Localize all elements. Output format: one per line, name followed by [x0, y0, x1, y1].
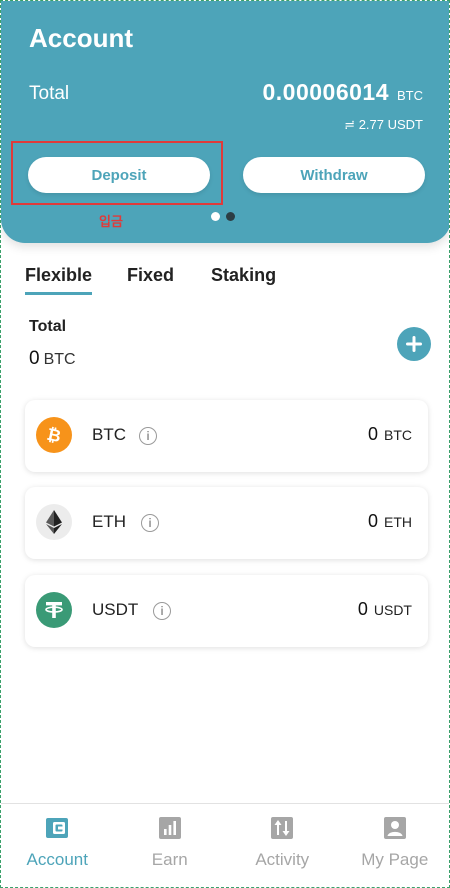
- total-amount: 0.00006014: [262, 79, 389, 105]
- deposit-button[interactable]: Deposit: [28, 157, 210, 193]
- tab-flexible[interactable]: Flexible: [25, 265, 93, 295]
- wallet-icon: [46, 818, 69, 838]
- asset-balance-amount: 0: [367, 511, 378, 531]
- asset-name: USDT: [92, 600, 139, 619]
- nav-item-activity[interactable]: Activity: [226, 804, 339, 887]
- nav-label: My Page: [361, 850, 429, 869]
- nav-label: Activity: [255, 850, 310, 869]
- asset-name: ETH: [92, 512, 126, 531]
- page-title: Account: [29, 23, 133, 53]
- nav-item-account[interactable]: Account: [1, 804, 114, 887]
- deposit-annotation: 입금: [99, 214, 123, 229]
- asset-name: BTC: [92, 425, 126, 444]
- asset-balance: 0 USDT: [358, 599, 412, 620]
- tether-icon: [36, 592, 72, 628]
- account-header: Account Total 0.00006014 BTC ≓ 2.77 USDT…: [1, 1, 449, 243]
- nav-item-my-page[interactable]: My Page: [339, 804, 450, 887]
- app-frame: Account Total 0.00006014 BTC ≓ 2.77 USDT…: [0, 0, 450, 888]
- asset-balance-unit: USDT: [373, 602, 412, 618]
- page-dot-active[interactable]: [211, 212, 220, 221]
- nav-label: Earn: [151, 850, 188, 869]
- asset-card-btc[interactable]: ₿ BTC i 0 BTC: [25, 400, 428, 472]
- page-indicator: [211, 212, 235, 221]
- asset-card-eth[interactable]: ETH i 0 ETH: [25, 487, 428, 559]
- bar-chart-icon: [158, 817, 181, 839]
- nav-label: Account: [26, 850, 88, 869]
- total-label: Total: [29, 83, 70, 104]
- asset-balance-amount: 0: [367, 424, 378, 444]
- nav-item-earn[interactable]: Earn: [114, 804, 227, 887]
- asset-balance: 0 ETH: [368, 511, 412, 532]
- asset-balance-unit: BTC: [384, 427, 412, 443]
- bottom-nav: Account Earn Activity My Page: [1, 803, 450, 887]
- tab-fixed[interactable]: Fixed: [127, 265, 174, 294]
- info-icon[interactable]: i: [153, 602, 171, 620]
- ethereum-icon: [36, 504, 72, 540]
- asset-balance-unit: ETH: [384, 514, 412, 530]
- page-dot-inactive[interactable]: [226, 212, 235, 221]
- asset-balance: 0 BTC: [368, 424, 412, 445]
- withdraw-button[interactable]: Withdraw: [243, 157, 425, 193]
- summary-amount: 0: [29, 348, 40, 369]
- add-button[interactable]: [397, 327, 431, 361]
- profile-icon: [383, 817, 406, 839]
- svg-text:₿: ₿: [45, 425, 63, 446]
- info-icon[interactable]: i: [141, 514, 159, 532]
- tab-staking[interactable]: Staking: [211, 265, 276, 294]
- total-value: 0.00006014 BTC: [262, 79, 423, 106]
- earn-type-tabs: Flexible Fixed Staking: [25, 265, 276, 295]
- total-unit: BTC: [397, 88, 423, 103]
- summary-unit: BTC: [43, 351, 76, 368]
- summary-total-label: Total: [29, 318, 67, 335]
- info-icon[interactable]: i: [139, 427, 157, 445]
- swap-arrows-icon: [271, 817, 294, 839]
- bitcoin-icon: ₿: [36, 417, 72, 453]
- plus-icon: [406, 336, 422, 352]
- asset-balance-amount: 0: [357, 599, 368, 619]
- summary-total-value: 0 BTC: [29, 348, 76, 370]
- asset-card-usdt[interactable]: USDT i 0 USDT: [25, 575, 428, 647]
- approx-usdt-value: ≓ 2.77 USDT: [344, 117, 423, 132]
